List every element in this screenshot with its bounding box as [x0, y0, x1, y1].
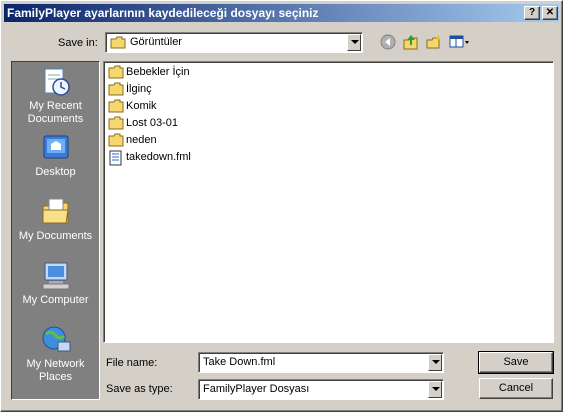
views-menu-icon[interactable] — [449, 34, 471, 50]
folder-icon — [108, 65, 124, 79]
save-as-type-label: Save as type: — [106, 383, 173, 395]
document-file-icon — [109, 150, 122, 166]
desktop-icon — [43, 135, 68, 159]
save-as-type-value: FamilyPlayer Dosyası — [203, 383, 310, 395]
help-button[interactable]: ? — [524, 6, 540, 20]
file-name: Bebekler İçin — [126, 66, 190, 78]
new-folder-icon[interactable] — [426, 34, 442, 50]
file-name: Komik — [126, 100, 157, 112]
chevron-down-icon[interactable] — [347, 34, 361, 51]
recent-documents-icon — [44, 68, 70, 96]
place-network-places[interactable]: My Network Places — [12, 324, 99, 384]
window-title: FamilyPlayer ayarlarının kaydedileceği d… — [7, 6, 319, 20]
place-my-computer[interactable]: My Computer — [12, 260, 99, 307]
my-computer-icon — [42, 262, 69, 290]
folder-icon — [108, 133, 124, 147]
file-name: takedown.fml — [126, 151, 191, 163]
network-places-icon — [42, 326, 70, 352]
places-bar: My Recent Documents Desktop My Documents — [11, 61, 100, 400]
place-recent-documents[interactable]: My Recent Documents — [12, 66, 99, 126]
place-desktop[interactable]: Desktop — [12, 132, 99, 179]
save-button[interactable]: Save — [478, 351, 554, 374]
close-button[interactable]: ✕ — [542, 6, 558, 20]
up-folder-icon[interactable] — [403, 34, 419, 50]
file-name: Lost 03-01 — [126, 117, 178, 129]
save-dialog: FamilyPlayer ayarlarının kaydedileceği d… — [0, 0, 563, 412]
save-in-value: Görüntüler — [130, 36, 182, 48]
chevron-down-icon[interactable] — [428, 381, 442, 398]
folder-icon — [110, 36, 126, 49]
save-in-label: Save in: — [58, 37, 98, 49]
save-as-type-select[interactable]: FamilyPlayer Dosyası — [198, 379, 444, 400]
file-list[interactable]: Bebekler İçin İlginç Komik Lost 03-01 ne… — [103, 61, 554, 343]
cancel-button[interactable]: Cancel — [479, 378, 553, 399]
place-label: My Recent Documents — [27, 100, 84, 125]
file-name-value: Take Down.fml — [203, 356, 276, 368]
chevron-down-icon[interactable] — [428, 354, 442, 371]
place-label: My Documents — [18, 230, 93, 242]
file-name-input[interactable]: Take Down.fml — [198, 352, 444, 373]
file-name: neden — [126, 134, 157, 146]
save-in-dropdown[interactable]: Görüntüler — [105, 32, 363, 53]
folder-icon — [108, 82, 124, 96]
back-arrow-icon[interactable] — [380, 34, 396, 50]
my-documents-icon — [42, 198, 69, 224]
file-name: İlginç — [126, 83, 152, 95]
folder-icon — [108, 116, 124, 130]
place-label: Desktop — [35, 166, 76, 178]
place-label: My Network Places — [26, 358, 85, 383]
place-label: My Computer — [22, 294, 89, 306]
title-bar[interactable]: FamilyPlayer ayarlarının kaydedileceği d… — [4, 4, 559, 22]
file-name-label: File name: — [106, 357, 158, 369]
folder-icon — [108, 99, 124, 113]
place-my-documents[interactable]: My Documents — [12, 196, 99, 243]
